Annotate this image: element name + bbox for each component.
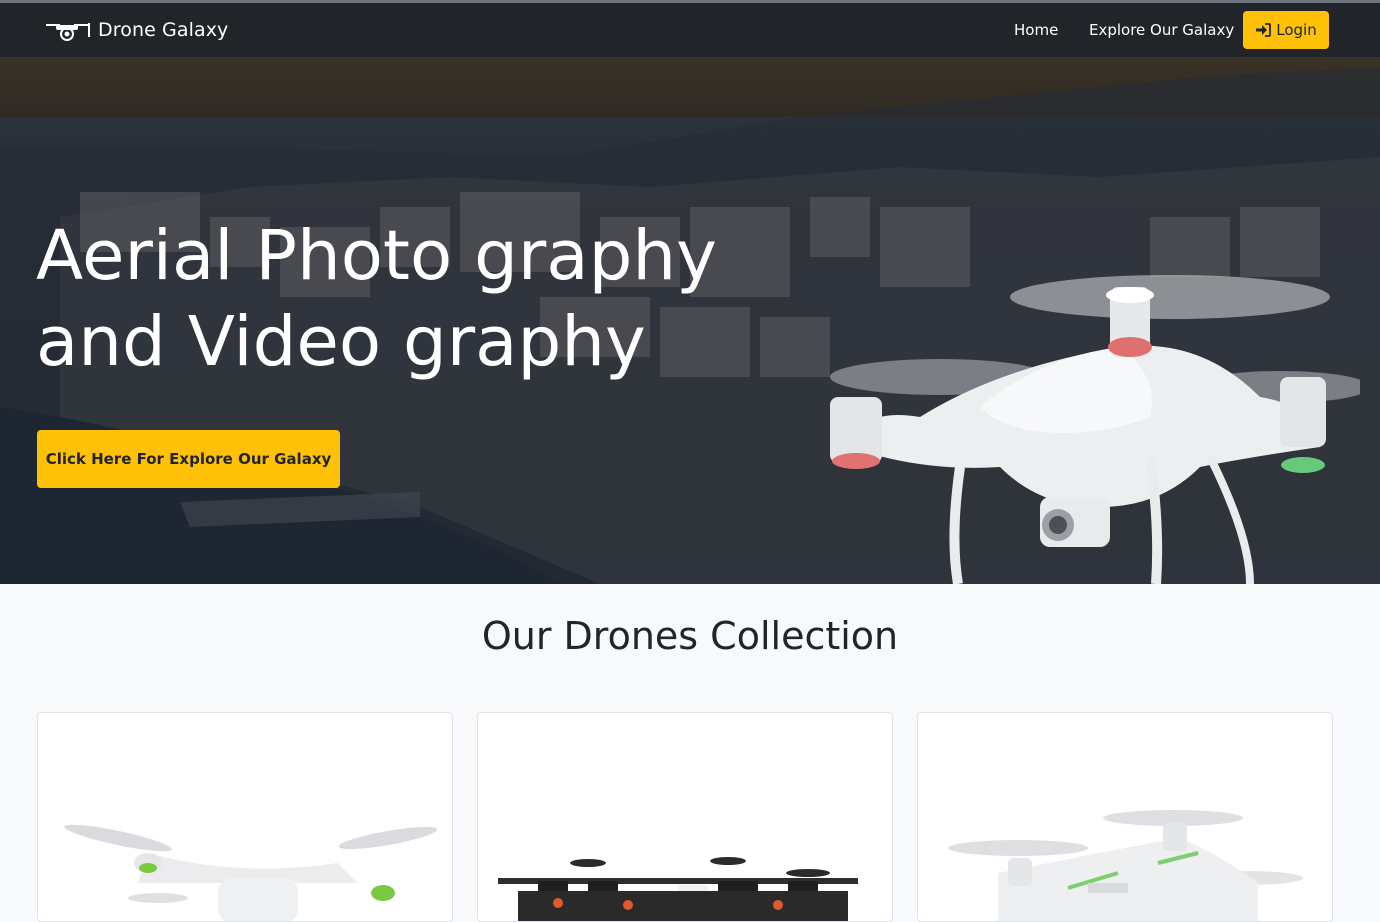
drones-collection-section: Our Drones Collection xyxy=(0,584,1380,922)
nav-explore-link[interactable]: Explore Our Galaxy xyxy=(1089,21,1234,39)
hero-title: Aerial Photo graphy and Video graphy xyxy=(36,213,736,385)
drone-logo-icon xyxy=(46,23,90,41)
collection-title: Our Drones Collection xyxy=(481,614,899,658)
sign-in-icon xyxy=(1256,23,1272,37)
nav-home-link[interactable]: Home xyxy=(1014,21,1058,39)
hero-title-line-1: Aerial Photo graphy xyxy=(36,216,717,296)
brand-link[interactable]: Drone Galaxy xyxy=(44,17,228,43)
drone-card[interactable] xyxy=(917,712,1333,922)
login-label: Login xyxy=(1276,21,1317,39)
login-button[interactable]: Login xyxy=(1243,11,1329,49)
black-agricultural-drone-photo xyxy=(498,857,858,921)
hero-drone-image xyxy=(830,275,1360,584)
drone-card[interactable] xyxy=(477,712,893,922)
brand-name: Drone Galaxy xyxy=(98,19,229,41)
explore-galaxy-button[interactable]: Click Here For Explore Our Galaxy xyxy=(37,430,340,488)
white-drone-photo xyxy=(64,824,438,921)
drone-card[interactable] xyxy=(37,712,453,922)
hero-title-line-2: and Video graphy xyxy=(36,302,646,382)
hero-banner: Aerial Photo graphy and Video graphy Cli… xyxy=(0,57,1380,584)
white-quadcopter-photo xyxy=(948,810,1303,921)
navbar: Drone Galaxy Home Explore Our Galaxy Log… xyxy=(0,3,1380,57)
